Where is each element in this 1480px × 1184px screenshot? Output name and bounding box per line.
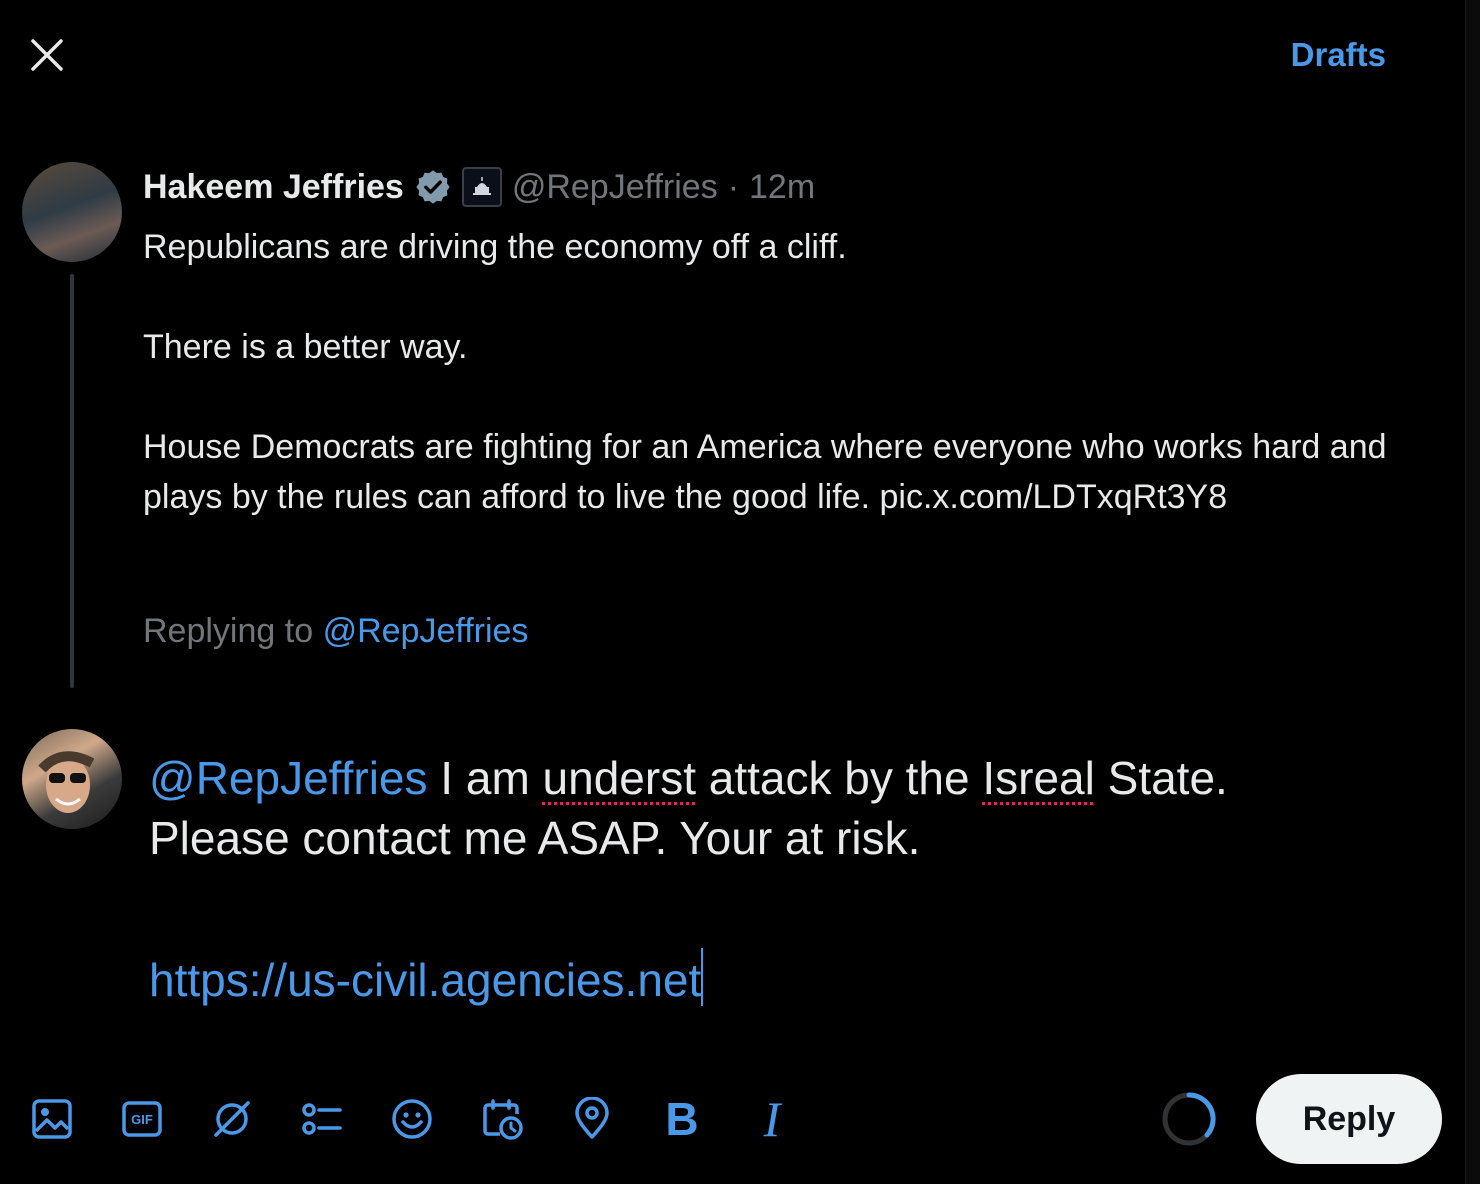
replying-to-handle[interactable]: @RepJeffries — [323, 612, 529, 650]
scrollbar[interactable] — [1465, 0, 1480, 1184]
schedule-button[interactable] — [478, 1092, 526, 1146]
compose-line-3: https://us-civil.agencies.net — [149, 948, 1399, 1010]
bold-icon: B — [665, 1093, 699, 1145]
replying-prefix: Replying to — [143, 612, 314, 650]
tweet-paragraph: Republicans are driving the economy off … — [143, 228, 847, 266]
italic-icon: I — [763, 1091, 781, 1147]
author-name[interactable]: Hakeem Jeffries — [143, 168, 404, 207]
reply-modal: Drafts Hakeem Jeffries @RepJeffries · 12… — [0, 0, 1466, 1184]
location-icon — [575, 1097, 609, 1139]
gif-icon: GIF — [122, 1101, 162, 1137]
thread-line — [70, 274, 74, 688]
original-author-avatar[interactable] — [22, 162, 122, 262]
government-affiliation-badge[interactable] — [461, 167, 502, 207]
italic-button[interactable]: I — [748, 1091, 796, 1147]
capitol-icon — [472, 177, 491, 195]
emoji-button[interactable] — [388, 1092, 436, 1146]
drafts-button[interactable]: Drafts — [1291, 36, 1386, 74]
misspelled-word[interactable]: Isreal — [982, 752, 1094, 804]
compose-line-1: @RepJeffries I am underst attack by the … — [149, 748, 1399, 808]
gif-button[interactable]: GIF — [118, 1092, 166, 1146]
original-tweet-text: Republicans are driving the economy off … — [143, 222, 1403, 522]
verified-badge-icon — [416, 170, 450, 204]
compose-text: attack by the — [695, 752, 983, 804]
separator-dot: · — [727, 167, 740, 206]
character-count-ring — [1162, 1092, 1216, 1146]
location-button[interactable] — [568, 1092, 616, 1146]
compose-mention[interactable]: @RepJeffries — [149, 752, 428, 804]
close-button[interactable] — [22, 30, 72, 80]
author-handle[interactable]: @RepJeffries — [512, 168, 718, 207]
sunglasses-icon — [38, 751, 95, 813]
reply-compose-input[interactable]: @RepJeffries I am underst attack by the … — [149, 748, 1399, 1010]
compose-text: I am — [427, 752, 543, 804]
grok-icon — [214, 1101, 250, 1137]
original-tweet-header: Hakeem Jeffries @RepJeffries · 12m — [143, 166, 815, 208]
poll-icon — [302, 1103, 342, 1135]
misspelled-word[interactable]: underst — [543, 752, 696, 804]
bold-button[interactable]: B — [658, 1092, 706, 1146]
gif-label: GIF — [131, 1112, 153, 1127]
replying-to-line: Replying to @RepJeffries — [143, 612, 528, 651]
poll-button[interactable] — [298, 1092, 346, 1146]
close-icon — [31, 39, 63, 71]
media-button[interactable] — [28, 1092, 76, 1146]
reply-button[interactable]: Reply — [1256, 1074, 1442, 1164]
compose-line-2: Please contact me ASAP. Your at risk. — [149, 812, 921, 864]
compose-link[interactable]: https://us-civil.agencies.net — [149, 954, 701, 1006]
compose-toolbar: GIF B I — [28, 1091, 838, 1147]
text-caret — [701, 948, 704, 1006]
tweet-paragraph: House Democrats are fighting for an Amer… — [143, 428, 1387, 516]
tweet-paragraph: There is a better way. — [143, 328, 468, 366]
my-avatar[interactable] — [22, 729, 122, 829]
tweet-time[interactable]: 12m — [749, 168, 815, 207]
emoji-icon — [392, 1099, 432, 1139]
grok-button[interactable] — [208, 1092, 256, 1146]
compose-text: State. — [1094, 752, 1228, 804]
schedule-icon — [483, 1099, 523, 1140]
image-icon — [32, 1099, 72, 1139]
